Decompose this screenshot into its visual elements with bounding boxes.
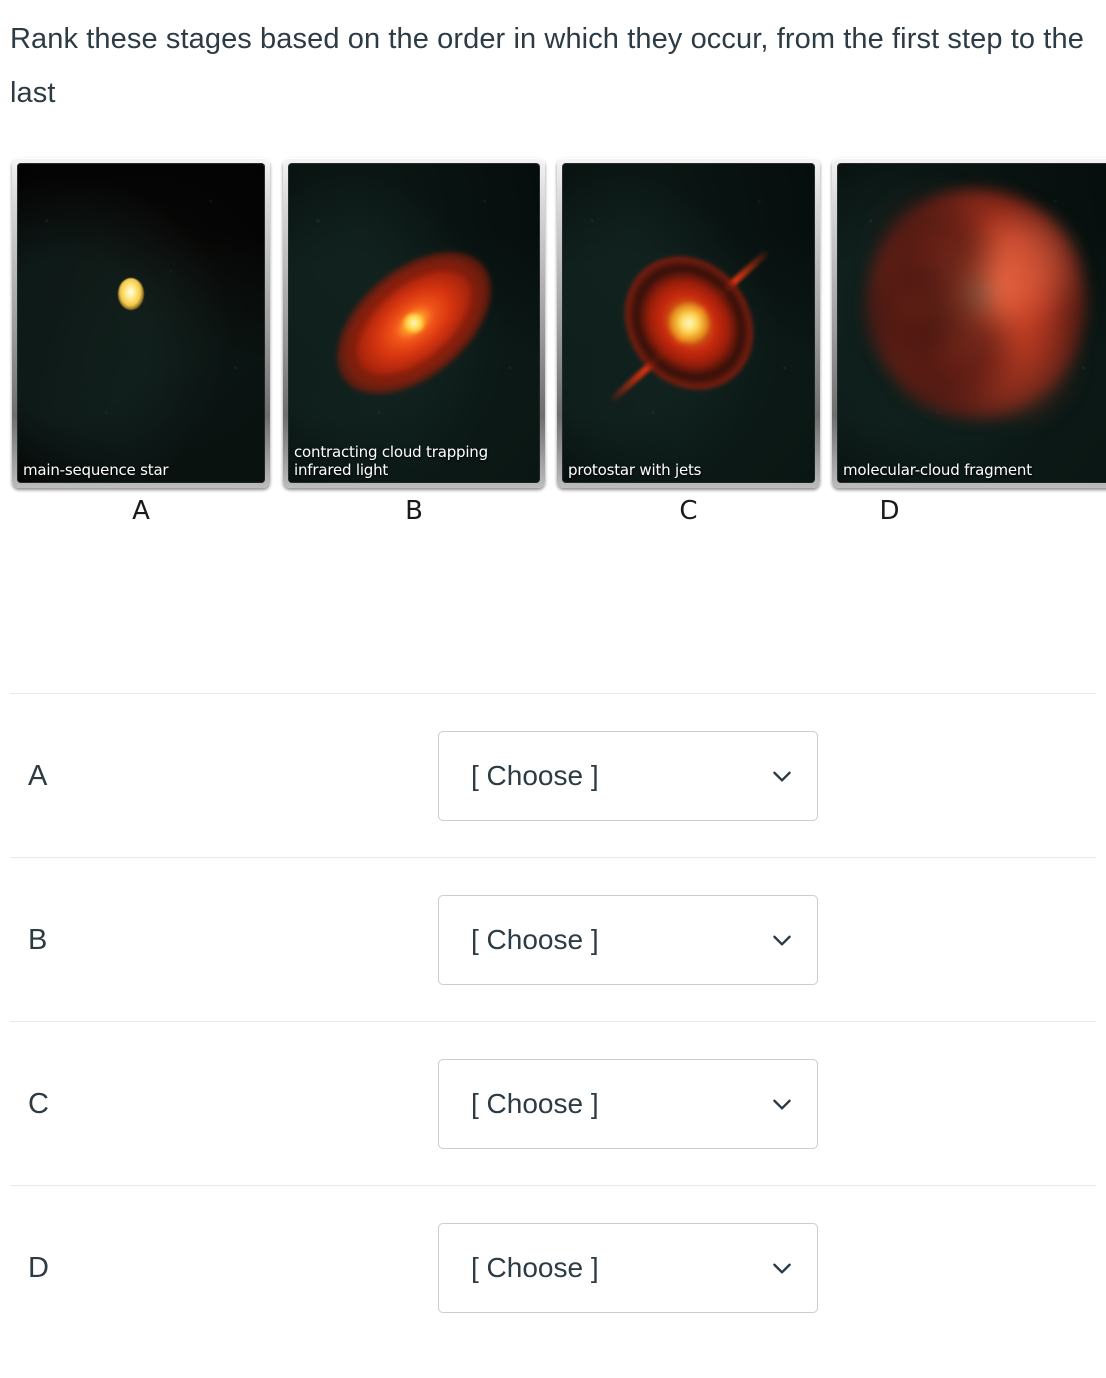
panel-letter-d: D (879, 496, 900, 526)
answer-select-b[interactable]: [ Choose ] (438, 894, 818, 985)
molecular-cloud-glyph (867, 188, 1087, 419)
answer-select-value-d: [ Choose ] (471, 1251, 599, 1283)
panel-image-c: protostar with jets (562, 163, 815, 483)
answer-row-c: C [ Choose ] (10, 1022, 1096, 1185)
stage-panel-a: main-sequence star A (12, 158, 270, 526)
protostellar-core-glyph-b (403, 313, 425, 333)
panel-caption-c: protostar with jets (568, 461, 702, 479)
answer-row-label-c: C (28, 1087, 49, 1120)
chevron-down-icon (769, 927, 795, 953)
panel-image-b: contracting cloud trapping infrared ligh… (288, 163, 540, 483)
panel-frame-a: main-sequence star (12, 158, 270, 488)
panel-letter-a: A (132, 496, 150, 526)
answer-row-label-d: D (28, 1251, 49, 1284)
answer-row-a: A [ Choose ] (10, 694, 1096, 857)
answer-row-d: D [ Choose ] (10, 1186, 1096, 1349)
panel-image-d: molecular-cloud fragment (837, 163, 1106, 483)
chevron-down-icon (769, 763, 795, 789)
starfield-texture-a (17, 163, 265, 483)
stage-figure: main-sequence star A contracting cloud t… (0, 158, 1106, 528)
panel-image-a: main-sequence star (17, 163, 265, 483)
chevron-down-icon (769, 1091, 795, 1117)
answer-rows: A [ Choose ] B [ Choose ] C [ Choose] D… (10, 693, 1096, 1349)
main-sequence-star-glyph (118, 278, 145, 311)
answer-select-value-c: [ Choose ] (471, 1087, 599, 1119)
panel-letter-c: C (679, 496, 698, 526)
answer-select-c[interactable]: [ Choose ] (438, 1058, 818, 1149)
answer-row-label-b: B (28, 923, 48, 956)
panel-caption-a: main-sequence star (23, 461, 169, 479)
panel-caption-d: molecular-cloud fragment (843, 461, 1032, 479)
panel-frame-c: protostar with jets (557, 158, 820, 488)
stage-panel-c: protostar with jets C (557, 158, 820, 526)
answer-select-value-b: [ Choose ] (471, 923, 599, 955)
stage-panel-d: molecular-cloud fragment D (832, 158, 1106, 526)
answer-select-d[interactable]: [ Choose ] (438, 1222, 818, 1313)
panel-frame-b: contracting cloud trapping infrared ligh… (283, 158, 545, 488)
chevron-down-icon (769, 1255, 795, 1281)
panel-caption-b: contracting cloud trapping infrared ligh… (294, 443, 488, 479)
panel-letter-b: B (405, 496, 423, 526)
answer-row-label-a: A (28, 759, 48, 792)
panel-frame-d: molecular-cloud fragment (832, 158, 1106, 488)
answer-select-a[interactable]: [ Choose ] (438, 730, 818, 821)
stage-panel-b: contracting cloud trapping infrared ligh… (283, 158, 545, 526)
question-prompt: Rank these stages based on the order in … (10, 23, 1084, 109)
answer-select-value-a: [ Choose ] (471, 759, 599, 791)
protostellar-core-glyph-c (668, 303, 709, 343)
answer-row-b: B [ Choose ] (10, 858, 1096, 1021)
